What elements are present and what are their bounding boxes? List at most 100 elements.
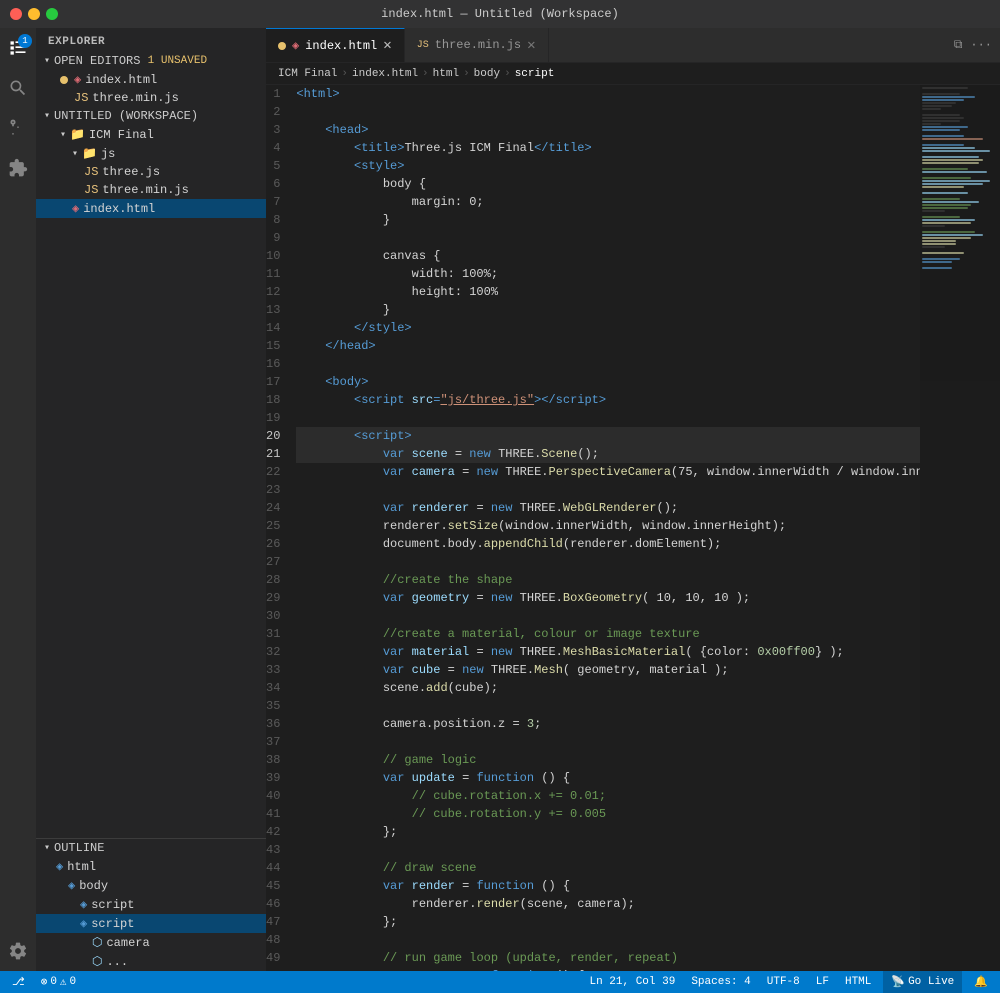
mini-line-25: [922, 159, 983, 161]
mini-line-61: [922, 267, 952, 269]
status-line-ending[interactable]: LF: [812, 971, 833, 993]
window-controls[interactable]: [10, 8, 58, 20]
status-notifications[interactable]: 🔔: [970, 971, 992, 993]
ln-45: 45: [266, 877, 288, 895]
code-line-28: //create the shape: [296, 571, 920, 589]
status-spaces[interactable]: Spaces: 4: [687, 971, 754, 993]
outline-label: OUTLINE: [54, 841, 104, 855]
status-go-live[interactable]: 📡 Go Live: [883, 971, 962, 993]
ln-6: 6: [266, 175, 288, 193]
ln-4: 4: [266, 139, 288, 157]
open-file-three-min[interactable]: JS three.min.js: [36, 89, 266, 107]
activity-source-control[interactable]: [6, 116, 30, 140]
mini-line-28: [922, 168, 968, 170]
ln-5: 5: [266, 157, 288, 175]
tab-index-html[interactable]: ◈ index.html ✕: [266, 28, 405, 62]
tab-name-three: three.min.js: [435, 38, 521, 52]
file-three-min-js[interactable]: JS three.min.js: [36, 181, 266, 199]
status-encoding[interactable]: UTF-8: [763, 971, 804, 993]
activity-settings[interactable]: [6, 939, 30, 963]
outline-more[interactable]: ⬡ ...: [36, 952, 266, 971]
language-text: HTML: [845, 976, 871, 988]
activity-explorer[interactable]: [6, 36, 30, 60]
mini-line-18: [922, 138, 983, 140]
outline-camera-label: camera: [106, 936, 149, 950]
status-position[interactable]: Ln 21, Col 39: [586, 971, 680, 993]
error-count: 0: [50, 976, 57, 988]
minimap[interactable]: [920, 85, 1000, 971]
open-file-index-html[interactable]: ◈ index.html: [36, 70, 266, 89]
breadcrumb-file[interactable]: index.html: [352, 68, 418, 80]
ln-24: 24: [266, 499, 288, 517]
tab-close-three[interactable]: ✕: [527, 37, 535, 54]
tab-bar: ◈ index.html ✕ JS three.min.js ✕ ⧉ ···: [266, 28, 1000, 63]
code-line-45: var render = function () {: [296, 877, 920, 895]
outline-script-1[interactable]: ◈ script: [36, 895, 266, 914]
folder-js[interactable]: ▾ 📁 js: [36, 144, 266, 163]
html-tab-icon: ◈: [292, 38, 299, 53]
code-editor[interactable]: <html> <head> <title>Three.js ICM Final<…: [288, 85, 920, 971]
code-line-22: var camera = new THREE.PerspectiveCamera…: [296, 463, 920, 481]
split-editor-icon[interactable]: ⧉: [954, 38, 963, 52]
outline-script2-icon: ◈: [80, 916, 87, 931]
ln-18: 18: [266, 391, 288, 409]
ln-29: 29: [266, 589, 288, 607]
mini-line-42: [922, 210, 945, 212]
spaces-text: Spaces: 4: [691, 976, 750, 988]
mini-line-20: [922, 144, 964, 146]
outline-more-icon: ⬡: [92, 954, 102, 969]
activity-extensions[interactable]: [6, 156, 30, 180]
mini-line-40: [922, 204, 971, 206]
code-line-39: var update = function () {: [296, 769, 920, 787]
mini-line-36: [922, 192, 968, 194]
mini-line-11: [922, 117, 964, 119]
bc-sep-3: ›: [463, 68, 470, 80]
close-button[interactable]: [10, 8, 22, 20]
outline-body[interactable]: ◈ body: [36, 876, 266, 895]
mini-line-5: [922, 99, 964, 101]
html-icon-index: ◈: [72, 201, 79, 216]
ln-13: 13: [266, 301, 288, 319]
outline-script-2[interactable]: ◈ script: [36, 914, 266, 933]
code-line-26: document.body.appendChild(renderer.domEl…: [296, 535, 920, 553]
mini-line-34: [922, 186, 964, 188]
status-errors[interactable]: ⊗ 0 ⚠ 0: [37, 971, 80, 993]
status-right: Ln 21, Col 39 Spaces: 4 UTF-8 LF HTML 📡 …: [586, 971, 993, 993]
mini-line-52: [922, 240, 956, 242]
mini-line-8: [922, 108, 941, 110]
breadcrumb-icm[interactable]: ICM Final: [278, 68, 337, 80]
folder-icm-final[interactable]: ▾ 📁 ICM Final: [36, 125, 266, 144]
tab-three-min[interactable]: JS three.min.js ✕: [405, 28, 549, 62]
tab-spacer: [549, 28, 946, 62]
maximize-button[interactable]: [46, 8, 58, 20]
outline-header[interactable]: ▾ OUTLINE: [36, 839, 266, 857]
code-line-25: renderer.setSize(window.innerWidth, wind…: [296, 517, 920, 535]
ln-39: 39: [266, 769, 288, 787]
more-actions-icon[interactable]: ···: [970, 38, 992, 52]
breadcrumb-body[interactable]: body: [474, 68, 500, 80]
outline-camera[interactable]: ⬡ camera: [36, 933, 266, 952]
code-line-36: camera.position.z = 3;: [296, 715, 920, 733]
mini-line-15: [922, 129, 960, 131]
line-ending-text: LF: [816, 976, 829, 988]
breadcrumb-html[interactable]: html: [433, 68, 459, 80]
ln-27: 27: [266, 553, 288, 571]
file-index-html[interactable]: ◈ index.html: [36, 199, 266, 218]
status-branch[interactable]: ⎇: [8, 971, 29, 993]
tab-close-index[interactable]: ✕: [383, 37, 391, 54]
code-line-49: // run game loop (update, render, repeat…: [296, 949, 920, 967]
code-line-35: [296, 697, 920, 715]
workspace-header[interactable]: ▾ UNTITLED (WORKSPACE): [36, 107, 266, 125]
open-editors-section: ▾ OPEN EDITORS 1 UNSAVED ◈ index.html JS…: [36, 52, 266, 107]
minimize-button[interactable]: [28, 8, 40, 20]
breadcrumb-script[interactable]: script: [515, 68, 555, 80]
outline-html[interactable]: ◈ html: [36, 857, 266, 876]
status-language[interactable]: HTML: [841, 971, 875, 993]
file-three-js[interactable]: JS three.js: [36, 163, 266, 181]
main-area: ◈ index.html ✕ JS three.min.js ✕ ⧉ ··· I…: [266, 28, 1000, 971]
code-line-19: [296, 409, 920, 427]
open-editors-header[interactable]: ▾ OPEN EDITORS 1 UNSAVED: [36, 52, 266, 70]
ln-12: 12: [266, 283, 288, 301]
activity-search[interactable]: [6, 76, 30, 100]
branch-icon: ⎇: [12, 975, 25, 989]
